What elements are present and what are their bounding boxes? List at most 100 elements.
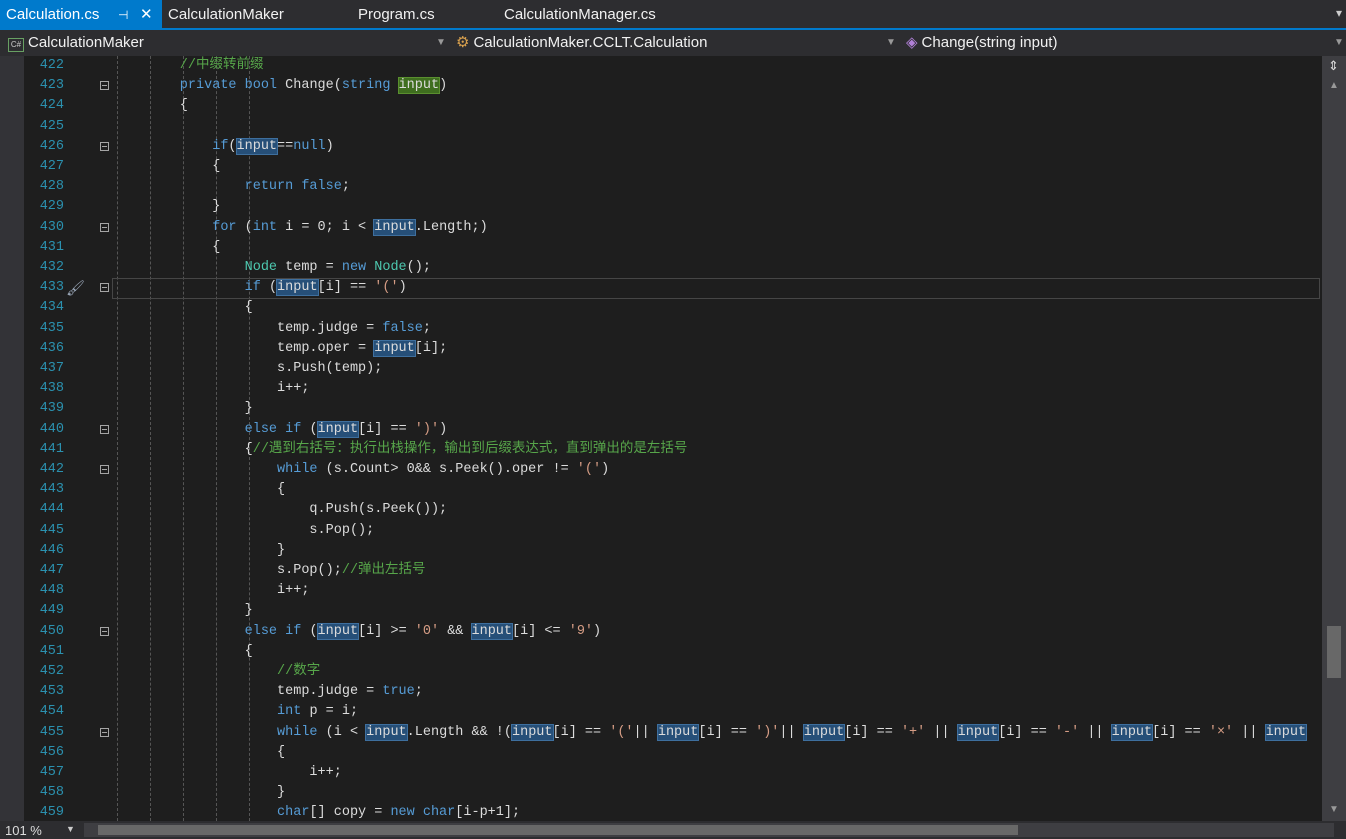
code-line[interactable]: 428 return false; [0,177,1322,197]
code-token: || [925,724,958,740]
highlighted-reference: input [656,723,700,741]
code-line[interactable]: 440 else if (input[i] == ')') [0,420,1322,440]
code-line[interactable]: 456 { [0,743,1322,763]
collapse-icon[interactable] [100,465,109,474]
line-number: 425 [39,118,64,134]
code-line[interactable]: 437 s.Push(temp); [0,359,1322,379]
code-line[interactable]: 442 while (s.Count> 0&& s.Peek().oper !=… [0,460,1322,480]
code-line[interactable]: 443 { [0,480,1322,500]
code-text: i++; [115,763,341,783]
code-text: } [115,399,253,419]
code-token: ; [341,179,350,195]
line-number: 451 [39,643,64,659]
status-strip: 101 % ▼ [0,821,1346,839]
collapse-icon[interactable] [100,283,109,293]
code-line[interactable]: 435 temp.judge = false; [0,319,1322,339]
tab-calculationmanager-cs[interactable]: CalculationManager.cs [498,0,662,28]
scroll-down-icon[interactable]: ▼ [1329,804,1339,815]
scroll-up-icon[interactable]: ▲ [1329,80,1339,91]
code-text: temp.judge = true; [115,682,423,702]
code-line[interactable]: 426 if(input==null) [0,137,1322,157]
code-text: if (input[i] == '(') [115,278,407,298]
collapse-icon[interactable] [100,424,109,434]
tab-calculation-cs[interactable]: Calculation.cs ⊣ ✕ [0,0,162,28]
code-token: [] copy = [309,805,391,821]
class-dropdown[interactable]: ⚙ CalculationMaker.CCLT.Calculation [456,33,707,53]
code-line[interactable]: 441 {//遇到右括号：执行出栈操作，输出到后缀表达式，直到弹出的是左括号 [0,440,1322,460]
tab-calculationmaker[interactable]: CalculationMaker [162,0,290,28]
code-token: p = i; [301,704,359,720]
code-line[interactable]: 423 private bool Change(string input) [0,76,1322,96]
tab-program-cs[interactable]: Program.cs [352,0,441,28]
code-line[interactable]: 431 { [0,238,1322,258]
member-dropdown[interactable]: ◈ Change(string input) [906,33,1057,53]
code-line[interactable]: 459 char[] copy = new char[i-p+1]; [0,803,1322,821]
code-token: ( [309,421,318,437]
highlighted-reference: input [1110,723,1154,741]
code-token: ')' [414,421,440,437]
code-line[interactable]: 449 } [0,601,1322,621]
code-line[interactable]: 436 temp.oper = input[i]; [0,339,1322,359]
code-token: //数字 [115,664,321,679]
code-text: Node temp = new Node(); [115,258,431,278]
collapse-icon[interactable] [100,81,109,91]
chevron-down-icon[interactable]: ▼ [886,33,896,53]
tab-bar: Calculation.cs ⊣ ✕ CalculationMaker Prog… [0,0,1346,30]
project-dropdown[interactable]: C# CalculationMaker [8,33,144,53]
code-line[interactable]: 448 i++; [0,581,1322,601]
code-line[interactable]: 432 Node temp = new Node(); [0,258,1322,278]
quick-action-icon[interactable]: 🖌 [66,279,85,297]
code-token: [i] <= [512,623,569,639]
code-line[interactable]: 422 //中缀转前缀 [0,56,1322,76]
code-token: ; [422,320,431,336]
scrollbar-thumb[interactable] [1327,626,1341,678]
collapse-icon[interactable] [100,222,109,232]
chevron-down-icon[interactable]: ▼ [1334,33,1344,53]
code-line[interactable]: 455 while (i < input.Length && !(input[i… [0,723,1322,743]
horizontal-scrollbar[interactable] [84,823,1334,837]
code-editor[interactable]: 422 //中缀转前缀 423 private bool Change(strin… [0,56,1322,821]
code-text: char[] copy = new char[i-p+1]; [115,803,520,821]
code-text: //数字 [115,662,320,682]
code-line[interactable]: 434 { [0,298,1322,318]
code-line[interactable]: 450 else if (input[i] >= '0' && input[i]… [0,622,1322,642]
highlighted-reference: input [276,279,319,297]
code-token: '×' [1208,724,1234,740]
code-text: if(input==null) [115,137,334,157]
code-line[interactable]: 458 } [0,783,1322,803]
code-line[interactable]: 452 //数字 [0,662,1322,682]
zoom-level[interactable]: 101 % [5,823,42,838]
code-token: s.Pop(); [115,522,375,538]
pin-icon[interactable]: ⊣ [118,0,128,30]
code-line[interactable]: 429 } [0,197,1322,217]
collapse-icon[interactable] [100,626,109,636]
collapse-icon[interactable] [100,727,109,737]
code-token: '(' [576,462,602,477]
horizontal-scrollbar-thumb[interactable] [98,825,1018,835]
code-line[interactable]: 447 s.Pop();//弹出左括号 [0,561,1322,581]
code-line[interactable]: 453 temp.judge = true; [0,682,1322,702]
code-line[interactable]: 424 { [0,96,1322,116]
code-line[interactable]: 🖌 433 if (input[i] == '(') [0,278,1322,300]
code-line[interactable]: 444 q.Push(s.Peek()); [0,500,1322,520]
code-line[interactable]: 425 [0,117,1322,137]
code-line[interactable]: 451 { [0,642,1322,662]
code-line[interactable]: 445 s.Pop(); [0,521,1322,541]
collapse-icon[interactable] [100,141,109,151]
close-icon[interactable]: ✕ [140,0,153,30]
split-icon[interactable]: ⇕ [1328,58,1339,74]
code-line[interactable]: 457 i++; [0,763,1322,783]
code-token: (s.Count> 0&& s.Peek().oper != [325,462,577,477]
vertical-scrollbar[interactable]: ⇕ ▲ ▼ [1322,56,1346,821]
chevron-down-icon[interactable]: ▼ [436,33,446,53]
code-line[interactable]: 439 } [0,399,1322,419]
chevron-down-icon[interactable]: ▼ [66,824,75,834]
code-line[interactable]: 454 int p = i; [0,702,1322,722]
code-line[interactable]: 438 i++; [0,379,1322,399]
code-token: '-' [1054,724,1080,740]
code-line[interactable]: 427 { [0,157,1322,177]
chevron-down-icon[interactable]: ▾ [1336,6,1342,20]
code-line[interactable]: 446 } [0,541,1322,561]
code-line[interactable]: 430 for (int i = 0; i < input.Length;) [0,218,1322,238]
code-token: ) [325,138,334,154]
